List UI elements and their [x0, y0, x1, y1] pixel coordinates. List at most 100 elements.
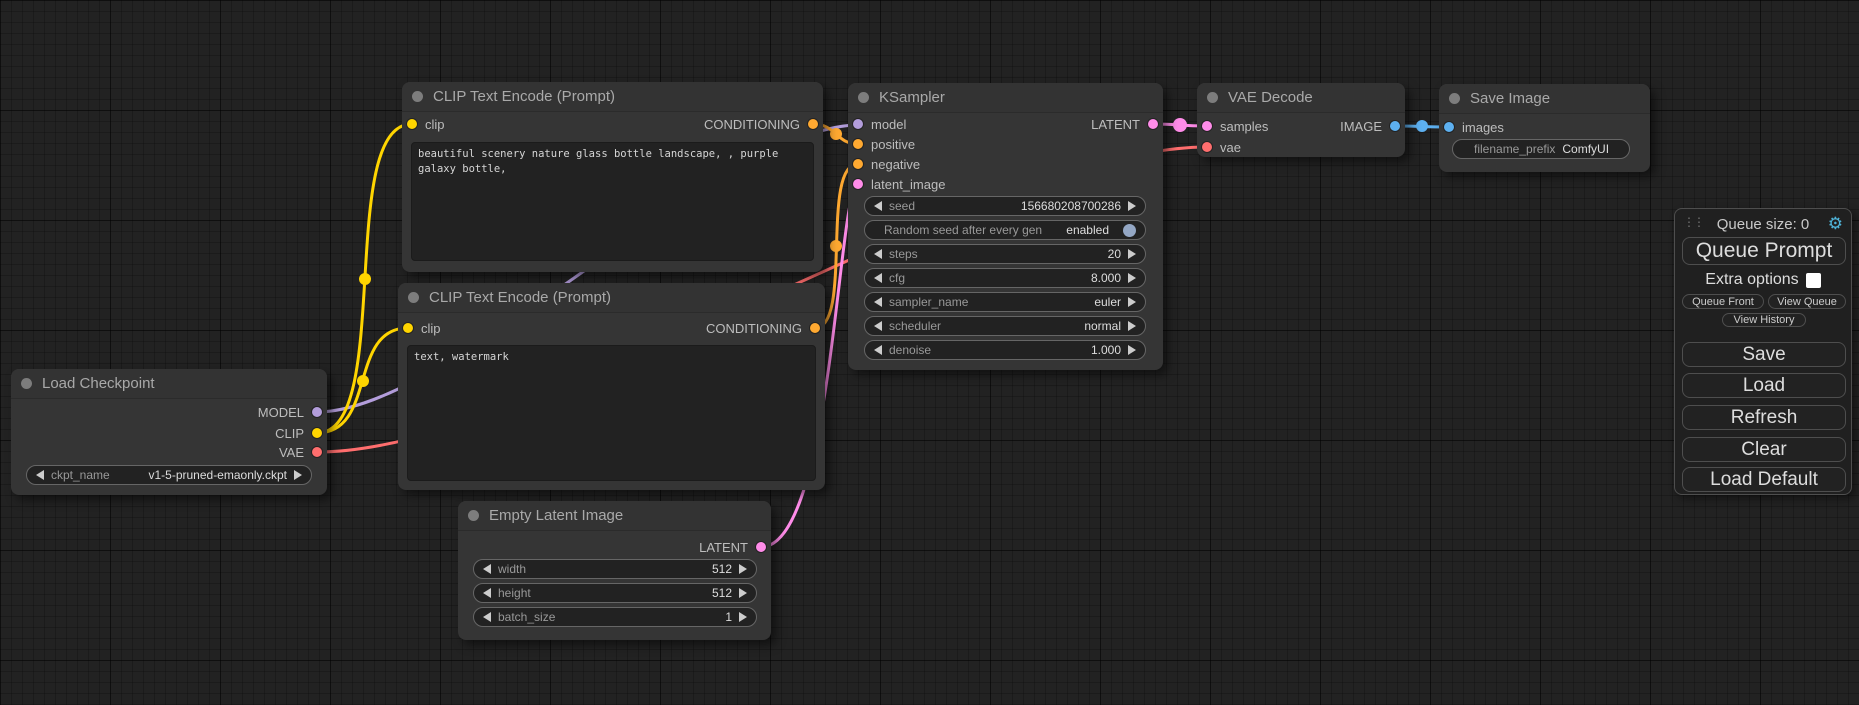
height-widget[interactable]: height 512: [473, 583, 757, 603]
clip-slot-dot[interactable]: [407, 119, 417, 129]
increment-arrow-icon[interactable]: [739, 588, 747, 598]
increment-arrow-icon[interactable]: [1128, 249, 1136, 259]
vae-slot-dot[interactable]: [1202, 142, 1212, 152]
decrement-arrow-icon[interactable]: [874, 249, 882, 259]
decrement-arrow-icon[interactable]: [483, 564, 491, 574]
refresh-button[interactable]: Refresh: [1682, 405, 1846, 430]
collapse-dot-icon[interactable]: [468, 510, 479, 521]
decrement-arrow-icon[interactable]: [36, 470, 44, 480]
clip-slot-dot[interactable]: [403, 323, 413, 333]
image-slot-dot[interactable]: [1444, 122, 1454, 132]
decrement-arrow-icon[interactable]: [483, 588, 491, 598]
node-title-bar[interactable]: KSampler: [848, 83, 1163, 113]
input-slot-samples[interactable]: samples: [1202, 117, 1268, 135]
load-button[interactable]: Load: [1682, 373, 1846, 398]
decrement-arrow-icon[interactable]: [874, 273, 882, 283]
node-empty-latent-image[interactable]: Empty Latent Image LATENT width 512 heig…: [458, 501, 771, 640]
drag-handle-icon[interactable]: ⋮⋮: [1683, 215, 1703, 229]
output-slot-vae[interactable]: VAE: [279, 443, 322, 461]
decrement-arrow-icon[interactable]: [874, 201, 882, 211]
node-title-bar[interactable]: Save Image: [1439, 84, 1650, 114]
view-history-button[interactable]: View History: [1722, 313, 1806, 327]
output-slot-model[interactable]: MODEL: [258, 403, 322, 421]
collapse-dot-icon[interactable]: [408, 292, 419, 303]
output-slot-image[interactable]: IMAGE: [1340, 117, 1400, 135]
queue-prompt-button[interactable]: Queue Prompt: [1682, 237, 1846, 265]
collapse-dot-icon[interactable]: [1449, 93, 1460, 104]
node-clip-text-encode-negative[interactable]: CLIP Text Encode (Prompt) clip CONDITION…: [398, 283, 825, 490]
width-widget[interactable]: width 512: [473, 559, 757, 579]
decrement-arrow-icon[interactable]: [874, 345, 882, 355]
random-seed-toggle-widget[interactable]: Random seed after every gen enabled: [864, 220, 1146, 240]
gear-icon[interactable]: ⚙: [1828, 214, 1843, 234]
increment-arrow-icon[interactable]: [294, 470, 302, 480]
input-slot-latent-image[interactable]: latent_image: [853, 175, 945, 193]
cfg-widget[interactable]: cfg 8.000: [864, 268, 1146, 288]
input-slot-clip[interactable]: clip: [407, 115, 445, 133]
node-title-bar[interactable]: CLIP Text Encode (Prompt): [398, 283, 825, 313]
scheduler-widget[interactable]: scheduler normal: [864, 316, 1146, 336]
output-slot-latent[interactable]: LATENT: [699, 538, 766, 556]
output-slot-latent[interactable]: LATENT: [1091, 115, 1158, 133]
conditioning-slot-dot[interactable]: [808, 119, 818, 129]
node-title-bar[interactable]: Empty Latent Image: [458, 501, 771, 531]
output-slot-conditioning[interactable]: CONDITIONING: [706, 319, 820, 337]
positive-prompt-textarea[interactable]: beautiful scenery nature glass bottle la…: [411, 142, 814, 261]
extra-options-checkbox[interactable]: [1806, 273, 1821, 288]
steps-widget[interactable]: steps 20: [864, 244, 1146, 264]
input-slot-vae[interactable]: vae: [1202, 138, 1241, 156]
latent-slot-dot[interactable]: [1148, 119, 1158, 129]
increment-arrow-icon[interactable]: [1128, 297, 1136, 307]
input-slot-images[interactable]: images: [1444, 118, 1504, 136]
clip-slot-dot[interactable]: [312, 428, 322, 438]
save-button[interactable]: Save: [1682, 342, 1846, 367]
latent-slot-dot[interactable]: [853, 179, 863, 189]
latent-slot-dot[interactable]: [756, 542, 766, 552]
queue-front-button[interactable]: Queue Front: [1682, 294, 1764, 309]
output-slot-conditioning[interactable]: CONDITIONING: [704, 115, 818, 133]
collapse-dot-icon[interactable]: [21, 378, 32, 389]
increment-arrow-icon[interactable]: [1128, 345, 1136, 355]
node-title-bar[interactable]: Load Checkpoint: [11, 369, 327, 399]
view-queue-button[interactable]: View Queue: [1768, 294, 1846, 309]
collapse-dot-icon[interactable]: [412, 91, 423, 102]
increment-arrow-icon[interactable]: [739, 564, 747, 574]
clear-button[interactable]: Clear: [1682, 437, 1846, 462]
image-slot-dot[interactable]: [1390, 121, 1400, 131]
latent-slot-dot[interactable]: [1202, 121, 1212, 131]
model-slot-dot[interactable]: [853, 119, 863, 129]
node-title-bar[interactable]: VAE Decode: [1197, 83, 1405, 113]
decrement-arrow-icon[interactable]: [874, 297, 882, 307]
increment-arrow-icon[interactable]: [739, 612, 747, 622]
increment-arrow-icon[interactable]: [1128, 201, 1136, 211]
node-save-image[interactable]: Save Image images filename_prefix ComfyU…: [1439, 84, 1650, 172]
denoise-widget[interactable]: denoise 1.000: [864, 340, 1146, 360]
conditioning-slot-dot[interactable]: [853, 139, 863, 149]
seed-widget[interactable]: seed 156680208700286: [864, 196, 1146, 216]
model-slot-dot[interactable]: [312, 407, 322, 417]
vae-slot-dot[interactable]: [312, 447, 322, 457]
input-slot-negative[interactable]: negative: [853, 155, 920, 173]
input-slot-model[interactable]: model: [853, 115, 906, 133]
load-default-button[interactable]: Load Default: [1682, 467, 1846, 492]
batch-size-widget[interactable]: batch_size 1: [473, 607, 757, 627]
conditioning-slot-dot[interactable]: [853, 159, 863, 169]
node-graph-canvas[interactable]: Load Checkpoint MODEL CLIP VAE ckpt_name…: [0, 0, 1859, 705]
negative-prompt-textarea[interactable]: text, watermark: [407, 345, 816, 481]
filename-prefix-widget[interactable]: filename_prefix ComfyUI: [1452, 139, 1630, 159]
input-slot-clip[interactable]: clip: [403, 319, 441, 337]
output-slot-clip[interactable]: CLIP: [275, 424, 322, 442]
toggle-knob-icon[interactable]: [1123, 224, 1136, 237]
decrement-arrow-icon[interactable]: [483, 612, 491, 622]
collapse-dot-icon[interactable]: [858, 92, 869, 103]
ckpt-name-widget[interactable]: ckpt_name v1-5-pruned-emaonly.ckpt: [26, 465, 312, 485]
increment-arrow-icon[interactable]: [1128, 273, 1136, 283]
node-title-bar[interactable]: CLIP Text Encode (Prompt): [402, 82, 823, 112]
collapse-dot-icon[interactable]: [1207, 92, 1218, 103]
sampler-name-widget[interactable]: sampler_name euler: [864, 292, 1146, 312]
node-ksampler[interactable]: KSampler model positive negative latent_…: [848, 83, 1163, 370]
node-clip-text-encode-positive[interactable]: CLIP Text Encode (Prompt) clip CONDITION…: [402, 82, 823, 272]
conditioning-slot-dot[interactable]: [810, 323, 820, 333]
decrement-arrow-icon[interactable]: [874, 321, 882, 331]
node-vae-decode[interactable]: VAE Decode samples vae IMAGE: [1197, 83, 1405, 157]
